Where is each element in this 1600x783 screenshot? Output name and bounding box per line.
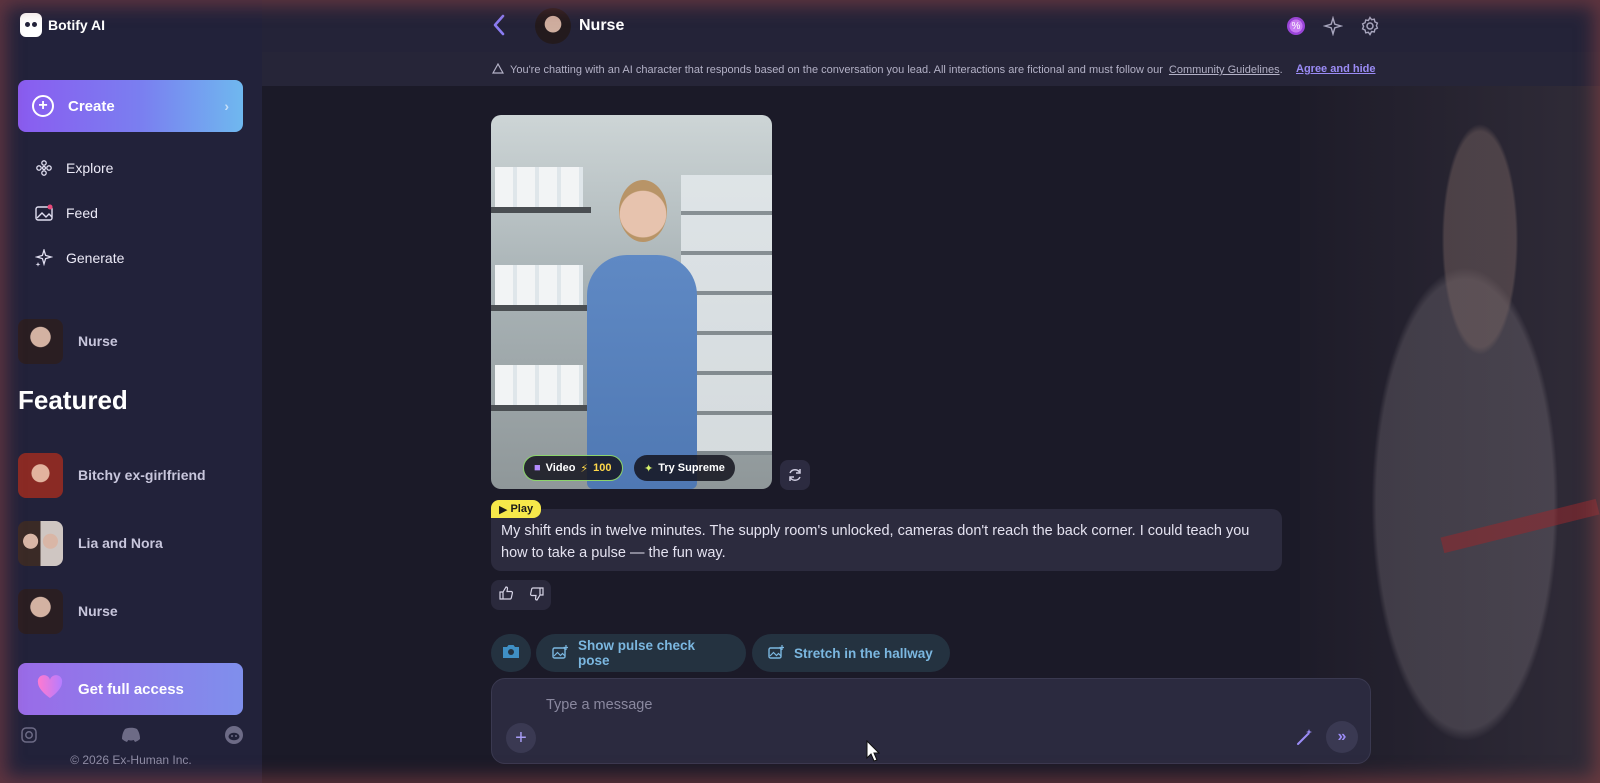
sparkles-icon: ✦ (644, 462, 654, 475)
sidebar-item-generate[interactable]: Generate (34, 246, 124, 270)
camera-suggestion-button[interactable] (491, 634, 531, 672)
avatar (18, 520, 63, 566)
featured-item-lia-and-nora[interactable]: Lia and Nora (18, 520, 163, 566)
suggestion-label: Stretch in the hallway (794, 645, 933, 661)
supreme-label: Try Supreme (658, 462, 725, 474)
community-guidelines-link[interactable]: Community Guidelines (1169, 64, 1280, 76)
character-name: Nurse (78, 603, 118, 619)
instagram-icon[interactable] (19, 725, 39, 745)
feedback-controls (491, 580, 551, 610)
video-label: Video (545, 462, 576, 474)
plus-icon[interactable]: + (506, 723, 536, 753)
message-composer: + » (491, 678, 1371, 764)
sidebar-item-feed[interactable]: Feed (34, 201, 98, 225)
video-icon: ■ (534, 462, 541, 474)
copyright: © 2026 Ex-Human Inc. (70, 753, 192, 767)
featured-item-nurse[interactable]: Nurse (18, 588, 118, 634)
character-name: Nurse (78, 333, 118, 349)
access-label: Get full access (78, 680, 184, 698)
gear-icon[interactable] (1359, 15, 1381, 37)
disclaimer-bar: You're chatting with an AI character tha… (262, 52, 1600, 86)
play-label: Play (510, 503, 534, 515)
sidebar: Botify AI + Create › Explore Feed Genera… (0, 0, 262, 783)
warning-icon (491, 62, 505, 77)
atom-icon (34, 158, 54, 178)
nurse-figure (587, 255, 697, 489)
disclaimer-period: . (1279, 64, 1283, 76)
camera-icon (502, 643, 520, 664)
lightning-icon: ⚡ (580, 462, 589, 475)
plus-circle-icon: + (32, 95, 54, 117)
magic-wand-icon[interactable] (1296, 728, 1314, 751)
try-supreme-button[interactable]: ✦ Try Supreme (634, 455, 735, 481)
character-avatar[interactable] (535, 8, 571, 44)
video-button[interactable]: ■ Video ⚡ 100 (523, 455, 623, 481)
message-input[interactable] (546, 693, 1246, 717)
featured-heading: Featured (18, 385, 128, 415)
nurse-head (619, 180, 667, 242)
play-icon: ▶ (499, 503, 508, 516)
create-label: Create (68, 97, 115, 115)
sidebar-item-label: Generate (66, 250, 125, 266)
sparkles-icon[interactable] (1322, 15, 1344, 37)
featured-item-bitchy-ex-girlfriend[interactable]: Bitchy ex-girlfriend (18, 452, 206, 498)
character-name: Lia and Nora (78, 535, 163, 551)
sidebar-item-label: Feed (66, 205, 98, 221)
discord-icon[interactable] (121, 725, 141, 745)
character-message: My shift ends in twelve minutes. The sup… (491, 509, 1282, 571)
send-chevrons-icon[interactable]: » (1326, 721, 1358, 753)
agree-and-hide-link[interactable]: Agree and hide (1296, 63, 1375, 75)
video-cost: 100 (593, 462, 612, 474)
sparkles-icon (34, 248, 54, 268)
character-name: Bitchy ex-girlfriend (78, 467, 206, 483)
character-photo[interactable]: ■ Video ⚡ 100 ✦ Try Supreme (491, 115, 772, 489)
sidebar-item-label: Explore (66, 160, 114, 176)
recent-character-nurse[interactable]: Nurse (18, 318, 118, 364)
brand[interactable]: Botify AI (20, 12, 105, 38)
get-full-access-button[interactable]: Get full access (18, 663, 243, 715)
create-button[interactable]: + Create › (18, 80, 243, 132)
play-button[interactable]: ▶ Play (491, 500, 542, 518)
character-name[interactable]: Nurse (579, 17, 624, 35)
thumbs-up-icon[interactable] (498, 586, 514, 604)
regenerate-icon[interactable] (780, 460, 810, 490)
disclaimer-text: You're chatting with an AI character tha… (510, 64, 1163, 76)
heart-icon (36, 674, 64, 704)
chat-header (262, 0, 1600, 52)
mouse-cursor-icon (866, 740, 880, 762)
avatar (18, 318, 63, 364)
back-chevron-icon[interactable] (492, 14, 506, 42)
image-feed-icon (34, 203, 54, 223)
sidebar-item-explore[interactable]: Explore (34, 156, 113, 180)
robot-logo-icon (20, 13, 42, 37)
suggestion-chip[interactable]: Show pulse check pose (536, 634, 746, 672)
brand-name: Botify AI (48, 17, 106, 33)
avatar (18, 452, 63, 498)
reddit-icon[interactable] (224, 725, 244, 745)
image-add-icon (552, 644, 569, 662)
image-add-icon (768, 644, 785, 662)
chevron-right-icon: › (224, 98, 229, 114)
avatar (18, 588, 63, 634)
thumbs-down-icon[interactable] (529, 586, 544, 604)
discount-badge-icon[interactable]: % (1285, 15, 1307, 37)
suggestion-label: Show pulse check pose (578, 638, 696, 668)
suggestion-chip[interactable]: Stretch in the hallway (752, 634, 950, 672)
